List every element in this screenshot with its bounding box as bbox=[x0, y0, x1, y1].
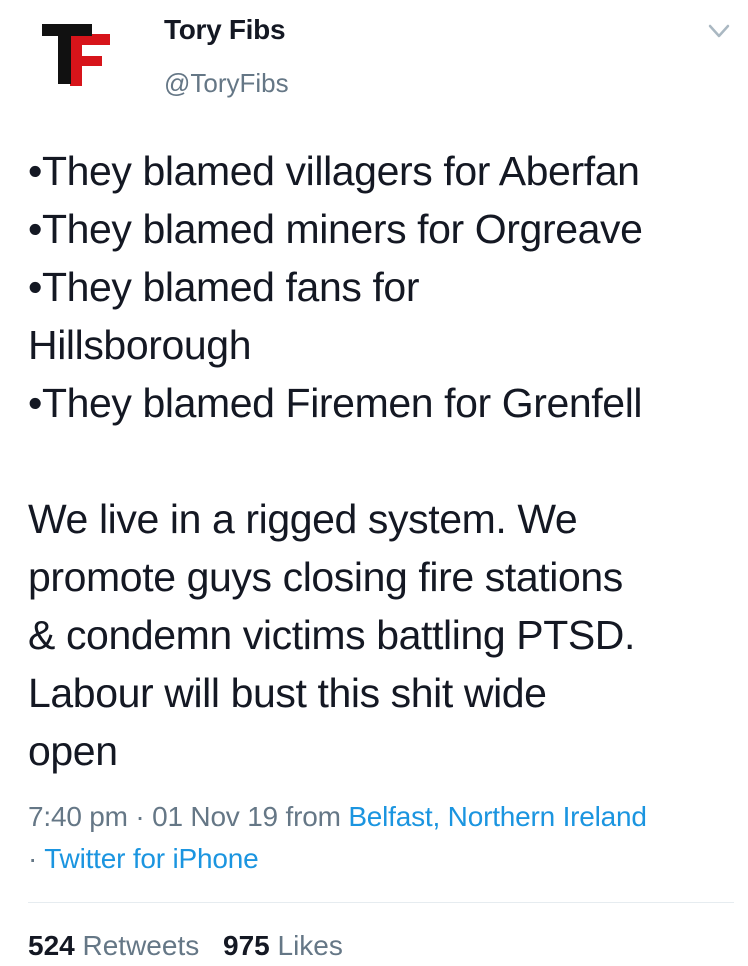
tweet: Tory Fibs @ToryFibs •They blamed village… bbox=[0, 0, 748, 961]
tweet-line: •They blamed Firemen for Grenfell bbox=[28, 380, 643, 426]
tweet-text: •They blamed villagers for Aberfan •They… bbox=[28, 142, 733, 780]
retweets-count: 524 bbox=[28, 930, 75, 961]
location-link[interactable]: Belfast, Northern Ireland bbox=[348, 801, 647, 832]
display-name[interactable]: Tory Fibs bbox=[164, 14, 286, 46]
tweet-line: •They blamed miners for Orgreave bbox=[28, 206, 643, 252]
tweet-line: promote guys closing fire stations bbox=[28, 554, 623, 600]
separator-dot: · bbox=[28, 843, 45, 874]
separator-dot: · bbox=[135, 801, 153, 832]
tweet-line: & condemn victims battling PTSD. bbox=[28, 612, 635, 658]
likes-count: 975 bbox=[223, 930, 270, 961]
tweet-line: We live in a rigged system. We bbox=[28, 496, 578, 542]
tweet-line: Labour will bust this shit wide bbox=[28, 670, 547, 716]
tory-fibs-logo bbox=[42, 24, 110, 86]
tweet-line: •They blamed fans for bbox=[28, 264, 420, 310]
tweet-date[interactable]: 01 Nov 19 bbox=[152, 801, 278, 832]
likes-stat[interactable]: 975 Likes bbox=[223, 930, 343, 961]
retweets-label: Retweets bbox=[82, 930, 200, 961]
divider bbox=[28, 902, 734, 903]
tweet-time[interactable]: 7:40 pm bbox=[28, 801, 128, 832]
tweet-line: Hillsborough bbox=[28, 322, 252, 368]
retweets-stat[interactable]: 524 Retweets bbox=[28, 930, 199, 961]
from-label: from bbox=[285, 801, 349, 832]
client-link[interactable]: Twitter for iPhone bbox=[44, 843, 258, 874]
tweet-metadata: 7:40 pm · 01 Nov 19 from Belfast, Northe… bbox=[28, 796, 733, 880]
chevron-down-icon[interactable] bbox=[704, 18, 734, 44]
likes-label: Likes bbox=[277, 930, 343, 961]
avatar[interactable] bbox=[40, 22, 112, 88]
tweet-line: open bbox=[28, 728, 118, 774]
tweet-line: •They blamed villagers for Aberfan bbox=[28, 148, 640, 194]
handle[interactable]: @ToryFibs bbox=[164, 68, 289, 99]
engagement-stats: 524 Retweets 975 Likes bbox=[28, 926, 343, 966]
